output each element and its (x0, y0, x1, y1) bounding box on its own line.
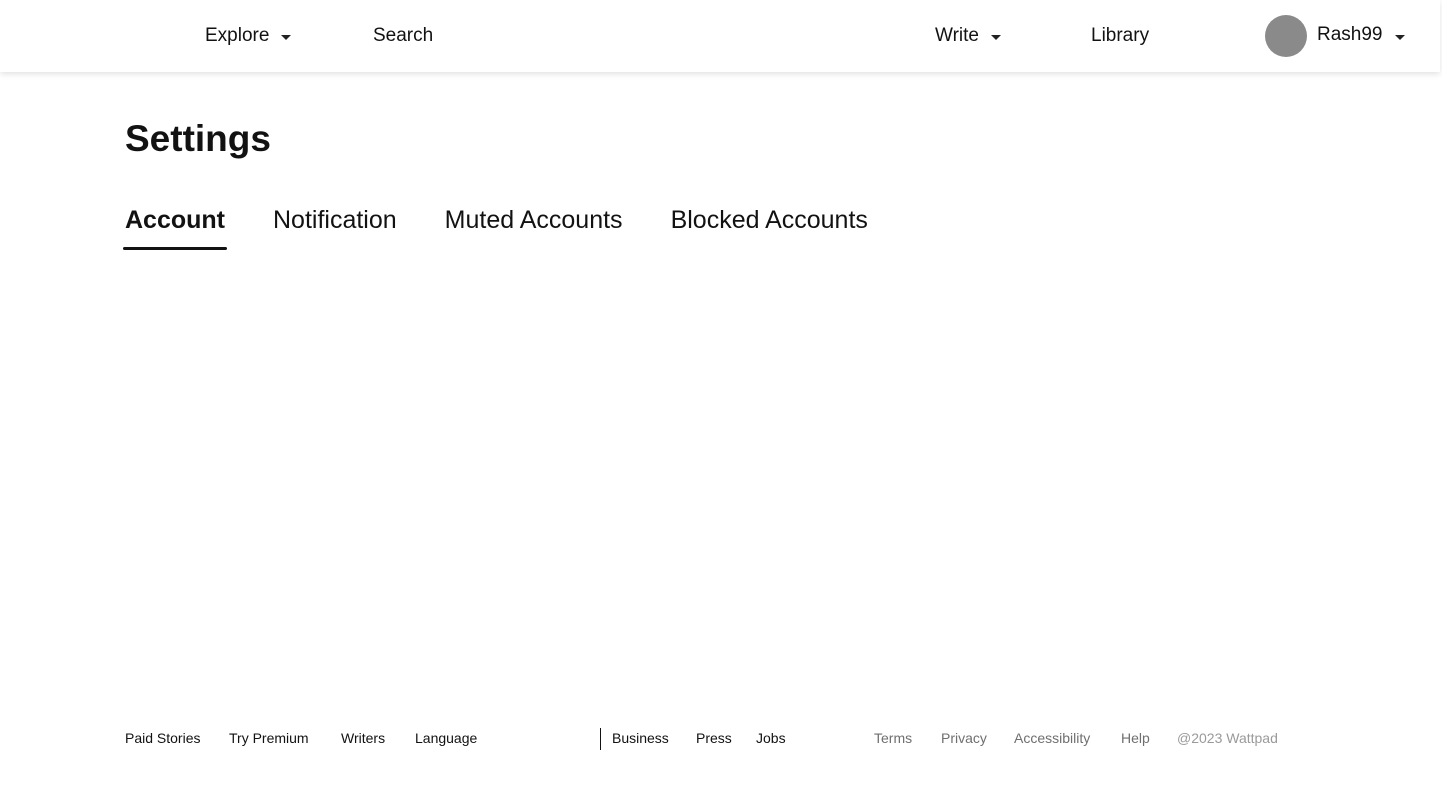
username: Rash99 (1317, 24, 1383, 45)
explore-label: Explore (205, 25, 270, 46)
user-menu[interactable]: Rash99 (1265, 0, 1405, 72)
footer: Paid Stories Try Premium Writers Languag… (0, 726, 1442, 752)
library-label: Library (1091, 25, 1150, 46)
footer-link-privacy[interactable]: Privacy (941, 726, 987, 750)
chevron-down-icon (281, 34, 292, 40)
top-nav-bar: Explore Search Write Library Rash99 (0, 0, 1440, 72)
footer-link-paid-stories[interactable]: Paid Stories (125, 726, 200, 750)
avatar (1265, 15, 1307, 57)
footer-link-jobs[interactable]: Jobs (756, 726, 786, 750)
footer-link-accessibility[interactable]: Accessibility (1014, 726, 1090, 750)
search-label: Search (373, 25, 434, 46)
write-label: Write (935, 25, 979, 46)
footer-link-writers[interactable]: Writers (341, 726, 385, 750)
tab-account[interactable]: Account (123, 198, 227, 250)
library-link[interactable]: Library (1091, 0, 1149, 72)
footer-link-press[interactable]: Press (696, 726, 732, 750)
settings-tabs: Account Notification Muted Accounts Bloc… (123, 198, 916, 250)
tab-muted-accounts[interactable]: Muted Accounts (445, 198, 623, 248)
footer-link-try-premium[interactable]: Try Premium (229, 726, 309, 750)
tab-notification[interactable]: Notification (273, 198, 397, 248)
chevron-down-icon (1394, 34, 1405, 40)
footer-divider (600, 728, 601, 750)
tab-blocked-accounts[interactable]: Blocked Accounts (671, 198, 868, 248)
explore-menu[interactable]: Explore (205, 0, 292, 72)
footer-link-language[interactable]: Language (415, 726, 477, 750)
write-menu[interactable]: Write (935, 0, 1001, 72)
footer-link-help[interactable]: Help (1121, 726, 1150, 750)
footer-link-business[interactable]: Business (612, 726, 669, 750)
page-title: Settings (125, 118, 271, 159)
footer-copyright: @2023 Wattpad (1177, 730, 1278, 746)
footer-link-terms[interactable]: Terms (874, 726, 912, 750)
chevron-down-icon (990, 34, 1001, 40)
search-button[interactable]: Search (373, 0, 433, 72)
